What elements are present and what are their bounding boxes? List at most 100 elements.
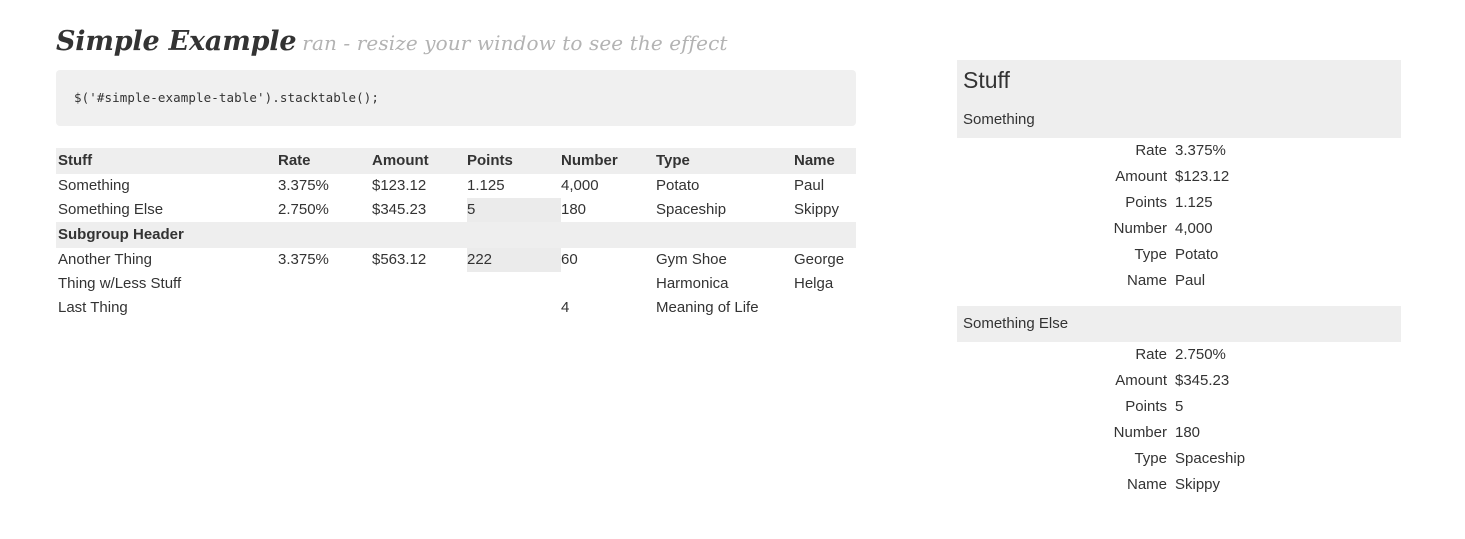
stacktable-key-name: Name	[1126, 476, 1167, 493]
table-row: Something 3.375% $123.12 1.125 4,000 Potato Pa…	[56, 174, 856, 198]
stacktable-key-rate: Rate	[1135, 142, 1167, 159]
column-header-amount: Amount	[372, 148, 467, 175]
cell-points: 222	[467, 248, 561, 273]
cell-points: 1.125	[467, 177, 505, 195]
cell-rate: 2.750%	[278, 201, 329, 219]
cell-name: Paul	[794, 177, 825, 195]
cell-number	[561, 272, 656, 296]
table-row: Another Thing 3.375% $563.12 222 60 Gym Shoe G…	[56, 248, 856, 273]
cell-number: 180	[561, 201, 587, 219]
stacktable-key-name: Name	[1126, 272, 1167, 289]
code-example-block: $('#simple-example-table').stacktable();	[56, 70, 856, 127]
cell-rate: 3.375%	[278, 177, 329, 195]
table-row: Thing w/Less Stuff Harmonica Helga	[56, 272, 856, 296]
stacktable-value-name: Skippy	[1175, 476, 1221, 493]
stacktable-head: Stuff	[957, 60, 1402, 102]
stacktable-pair-row: Type Potato	[957, 242, 1401, 268]
cell-number: 4	[561, 299, 570, 317]
cell-points	[467, 272, 561, 296]
column-header-number: Number	[561, 148, 656, 175]
cell-amount	[372, 272, 467, 296]
stacktable-key-points: Points	[1125, 398, 1167, 415]
stacktable-key-amount: Amount	[1115, 168, 1167, 185]
cell-amount: $345.23	[372, 201, 427, 219]
stacktable-key-number: Number	[1113, 220, 1167, 237]
stacktable-value-rate: 3.375%	[1175, 142, 1226, 159]
stacktable-value-rate: 2.750%	[1175, 346, 1226, 363]
stacktable-pair-row: Name Skippy	[957, 472, 1401, 498]
cell-name: Helga	[794, 275, 834, 293]
cell-type: Spaceship	[656, 201, 727, 219]
stacktable-value-type: Potato	[1175, 246, 1219, 263]
cell-amount	[372, 296, 467, 320]
cell-type: Harmonica	[656, 275, 729, 293]
table-header-row: Stuff Rate Amount Points Number Type Name	[56, 148, 856, 175]
cell-stuff: Something	[58, 177, 130, 195]
stacktable-key-number: Number	[1113, 424, 1167, 441]
stacktable-group-gap	[957, 294, 1401, 306]
stacktable-pair-row: Amount $345.23	[957, 368, 1401, 394]
stacktable-value-points: 1.125	[1175, 194, 1213, 211]
column-header-rate: Rate	[278, 148, 372, 175]
left-column: Simple Example ran - resize your window t…	[56, 0, 856, 320]
cell-points: 5	[467, 198, 561, 223]
cell-rate	[278, 296, 372, 320]
cell-rate	[278, 272, 372, 296]
cell-name: Skippy	[794, 201, 840, 219]
cell-amount: $123.12	[372, 177, 427, 195]
table-row: Last Thing 4 Meaning of Life	[56, 296, 856, 320]
spacer	[957, 294, 1401, 306]
subgroup-header-label: Subgroup Header	[56, 222, 856, 249]
stacktable-value-amount: $345.23	[1175, 372, 1230, 389]
stacktable-pair-row: Number 4,000	[957, 216, 1401, 242]
stacktable-pair-row: Points 1.125	[957, 190, 1401, 216]
cell-rate: 3.375%	[278, 251, 329, 269]
cell-number: 4,000	[561, 177, 599, 195]
stacktable-value-number: 4,000	[1175, 220, 1213, 237]
subgroup-header-row: Subgroup Header	[56, 222, 856, 249]
code-example-text: $('#simple-example-table').stacktable();	[74, 90, 380, 106]
stacktable: Stuff Something Rate 3.375% Amount $123.12 Po…	[957, 60, 1402, 498]
stacktable-pair-row: Type Spaceship	[957, 446, 1401, 472]
page-title: Simple Example ran - resize your window t…	[56, 0, 856, 70]
cell-type: Potato	[656, 177, 700, 195]
stacktable-value-name: Paul	[1175, 272, 1206, 289]
stacktable-value-amount: $123.12	[1175, 168, 1230, 185]
stacktable-pair-row: Name Paul	[957, 268, 1401, 294]
stacktable-key-points: Points	[1125, 194, 1167, 211]
cell-name: George	[794, 251, 845, 269]
page-title-subtitle: ran - resize your window to see the effe…	[302, 31, 728, 55]
stacktable-key-amount: Amount	[1115, 372, 1167, 389]
cell-type: Meaning of Life	[656, 299, 759, 317]
cell-stuff: Something Else	[58, 201, 164, 219]
right-column: Stuff Something Rate 3.375% Amount $123.12 Po…	[957, 60, 1402, 498]
cell-stuff: Another Thing	[58, 251, 152, 269]
stacktable-pair-row: Points 5	[957, 394, 1401, 420]
stacktable-value-points: 5	[1175, 398, 1184, 415]
cell-name	[794, 296, 856, 320]
cell-number: 60	[561, 251, 578, 269]
simple-table-body: Something 3.375% $123.12 1.125 4,000 Potato Pa…	[56, 174, 856, 320]
stacktable-key-rate: Rate	[1135, 346, 1167, 363]
cell-stuff: Thing w/Less Stuff	[58, 275, 182, 293]
stacktable-pair-row: Rate 3.375%	[957, 138, 1401, 164]
page-title-main: Simple Example	[56, 26, 297, 57]
cell-type: Gym Shoe	[656, 251, 727, 269]
stacktable-title: Stuff	[957, 60, 1402, 102]
stacktable-pair-row: Number 180	[957, 420, 1401, 446]
stacktable-value-number: 180	[1175, 424, 1201, 441]
stacktable-pair-row: Rate 2.750%	[957, 342, 1401, 368]
column-header-points: Points	[467, 148, 561, 175]
table-row: Something Else 2.750% $345.23 5 180 Spaceship…	[56, 198, 856, 223]
stacktable-group-label: Something	[957, 102, 1402, 138]
stacktable-body: Something Rate 3.375% Amount $123.12 Points 1.…	[957, 102, 1402, 498]
stacktable-group-header-row: Something Else	[957, 306, 1402, 342]
stacktable-title-row: Stuff	[957, 60, 1402, 102]
cell-amount: $563.12	[372, 251, 427, 269]
column-header-stuff: Stuff	[56, 148, 278, 175]
stacktable-value-type: Spaceship	[1175, 450, 1246, 467]
column-header-name: Name	[794, 148, 856, 175]
stacktable-key-type: Type	[1134, 450, 1167, 467]
simple-example-table: Stuff Rate Amount Points Number Type Name Some…	[56, 148, 856, 320]
stacktable-group-header-row: Something	[957, 102, 1402, 138]
